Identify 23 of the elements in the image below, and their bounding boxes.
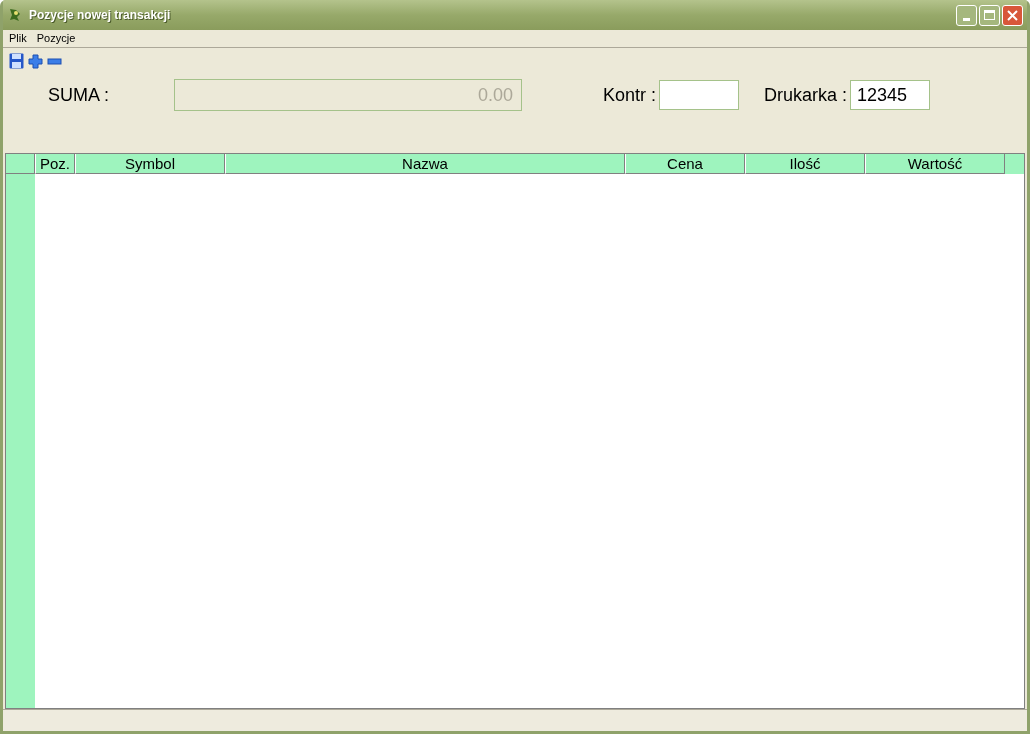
maximize-button[interactable]	[979, 4, 1000, 26]
window-title: Pozycje nowej transakcji	[29, 7, 172, 24]
add-icon[interactable]	[28, 53, 43, 69]
column-header[interactable]: Wartość	[865, 154, 1005, 174]
printer-field[interactable]: 12345	[850, 80, 931, 110]
minimize-button[interactable]	[956, 4, 977, 26]
column-header[interactable]: Symbol	[75, 154, 225, 174]
contractor-label: Kontr :	[603, 83, 657, 107]
column-header[interactable]: Cena	[625, 154, 745, 174]
save-icon[interactable]	[9, 53, 24, 69]
app-icon	[7, 7, 23, 23]
close-icon	[1007, 9, 1018, 21]
close-button[interactable]	[1002, 4, 1023, 26]
column-header[interactable]: Ilość	[745, 154, 865, 174]
sum-label: SUMA :	[48, 83, 110, 107]
column-header[interactable]: Nazwa	[225, 154, 625, 174]
printer-label: Drukarka :	[764, 83, 848, 107]
column-header[interactable]: Poz.	[35, 154, 75, 174]
contractor-field[interactable]	[659, 80, 740, 110]
menu-item[interactable]: Pozycje	[36, 30, 76, 47]
menu-item[interactable]: Plik	[9, 30, 27, 47]
remove-icon[interactable]	[47, 57, 62, 65]
sum-field: 0.00	[174, 79, 522, 111]
